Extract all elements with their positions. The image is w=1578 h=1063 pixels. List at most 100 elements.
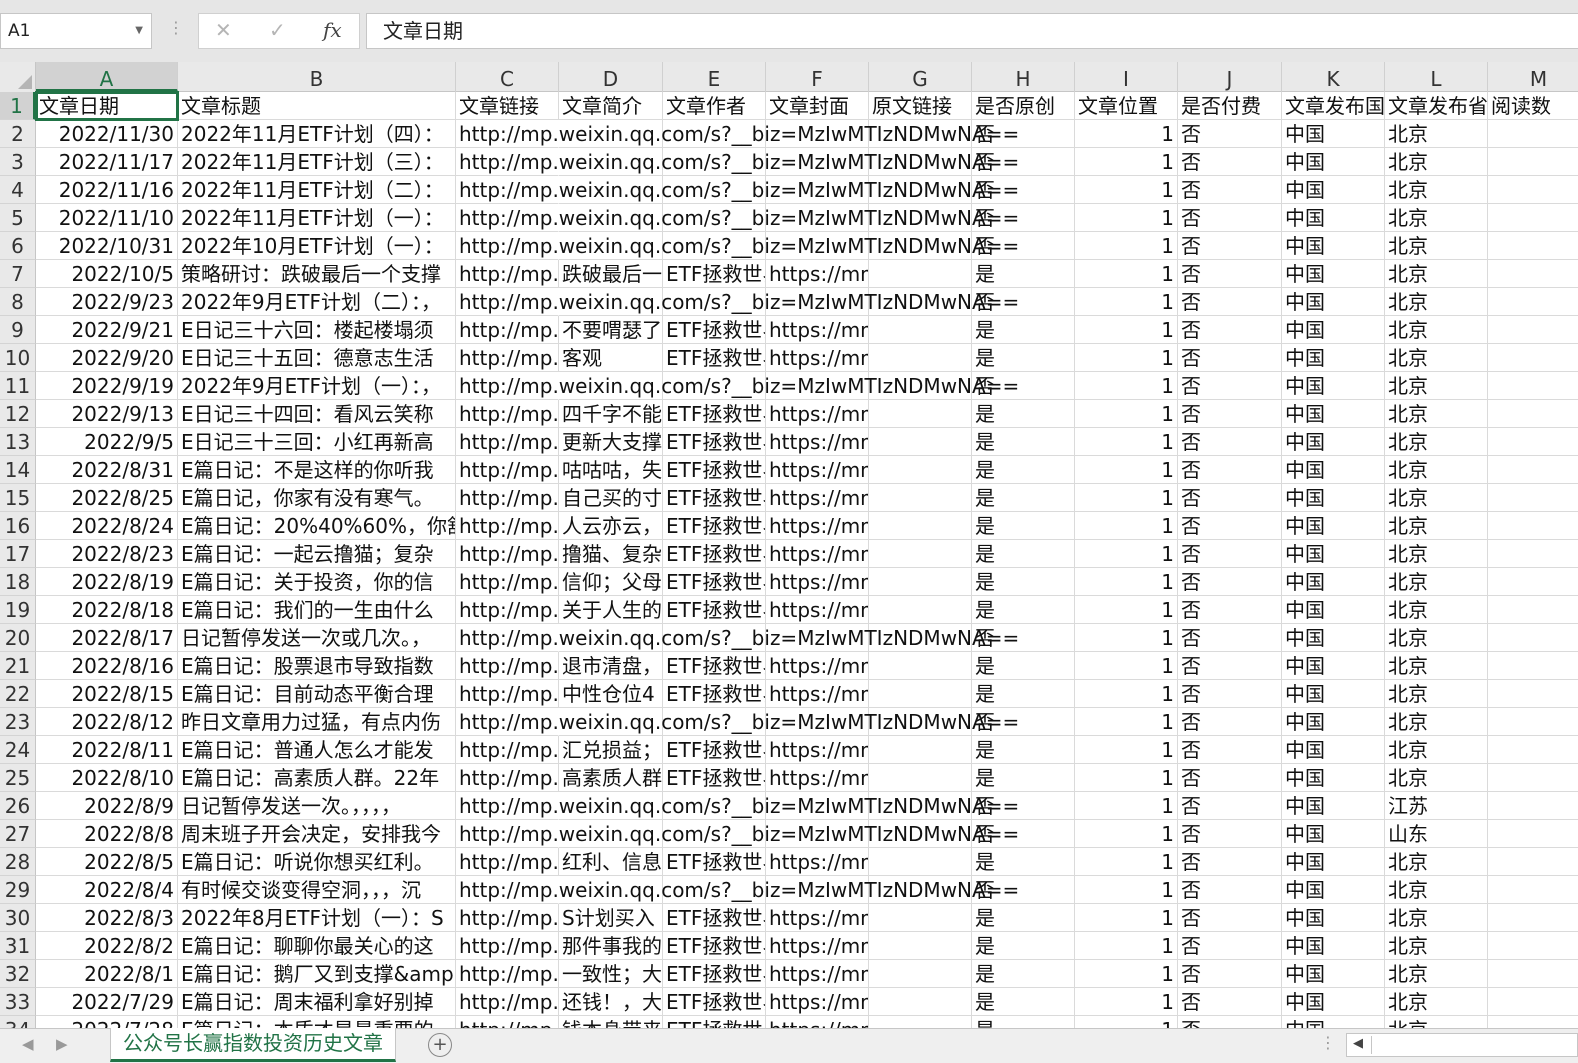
cell-j[interactable]: 否 — [1178, 232, 1282, 260]
column-header-l[interactable]: L — [1385, 62, 1488, 92]
cell-e[interactable]: ETF拯救世界 — [663, 848, 766, 876]
cell-c[interactable]: http://mp.weixin.qq.com — [456, 960, 559, 988]
cell-i[interactable]: 1 — [1075, 344, 1178, 372]
cell-d[interactable]: 自己买的寸 — [559, 484, 663, 512]
cell-b[interactable]: E篇日记：鹅厂又到支撑&amp — [178, 960, 456, 988]
row-header[interactable]: 31 — [0, 932, 36, 960]
cell-l[interactable]: 文章发布省 — [1385, 92, 1488, 120]
cell-f[interactable]: https://mmbiz.qpic.cn — [766, 400, 869, 428]
cell-c[interactable]: http://mp.weixin.qq.com — [456, 540, 559, 568]
cell-e[interactable]: ETF拯救世界 — [663, 316, 766, 344]
cell-e[interactable]: ETF拯救世界 — [663, 484, 766, 512]
cell-f[interactable]: https://mmbiz.qpic.cn — [766, 540, 869, 568]
cell-m[interactable] — [1488, 176, 1578, 204]
cell-h[interactable]: 是 — [972, 960, 1075, 988]
column-header-j[interactable]: J — [1178, 62, 1282, 92]
cell-h[interactable]: 是 — [972, 736, 1075, 764]
cell-d[interactable]: 一致性；大 — [559, 960, 663, 988]
cell-b[interactable]: 2022年11月ETF计划（一）： — [178, 204, 456, 232]
cell-a[interactable]: 2022/11/16 — [36, 176, 178, 204]
drag-handle-icon[interactable]: ⋮ — [168, 18, 184, 37]
row-header[interactable]: 2 — [0, 120, 36, 148]
cell-b[interactable]: E篇日记：周末福利拿好别掉 — [178, 988, 456, 1016]
cell-j[interactable]: 否 — [1178, 848, 1282, 876]
row-header[interactable]: 26 — [0, 792, 36, 820]
cell-c[interactable]: http://mp.weixin.qq.com — [456, 652, 559, 680]
row-header[interactable]: 9 — [0, 316, 36, 344]
cell-b[interactable]: 策略研讨：跌破最后一个支撑 — [178, 260, 456, 288]
cell-m[interactable] — [1488, 400, 1578, 428]
cell-i[interactable]: 1 — [1075, 568, 1178, 596]
cell-c[interactable]: http://mp.weixin.qq.com — [456, 456, 559, 484]
cell-l[interactable]: 北京 — [1385, 512, 1488, 540]
cell-a[interactable]: 2022/7/28 — [36, 1016, 178, 1028]
cell-j[interactable]: 否 — [1178, 400, 1282, 428]
cell-a[interactable]: 2022/8/10 — [36, 764, 178, 792]
cell-m[interactable] — [1488, 736, 1578, 764]
cell-c[interactable]: http://mp.weixin.qq.com — [456, 764, 559, 792]
cell-c[interactable]: http://mp.weixin.qq.com/s?__biz=MzIwMTIz… — [456, 876, 1019, 904]
cell-d[interactable]: 四千字不能 — [559, 400, 663, 428]
cell-h[interactable]: 是 — [972, 456, 1075, 484]
cell-l[interactable]: 北京 — [1385, 596, 1488, 624]
cell-d[interactable]: 汇兑损益； — [559, 736, 663, 764]
cell-l[interactable]: 北京 — [1385, 1016, 1488, 1028]
cell-k[interactable]: 中国 — [1282, 148, 1385, 176]
cell-j[interactable]: 否 — [1178, 204, 1282, 232]
cell-h[interactable]: 是 — [972, 428, 1075, 456]
cell-c[interactable]: http://mp.weixin.qq.com/s?__biz=MzIwMTIz… — [456, 148, 1019, 176]
cell-i[interactable]: 1 — [1075, 876, 1178, 904]
cell-f[interactable]: https://mmbiz.qpic.cn — [766, 904, 869, 932]
cell-b[interactable]: E篇日记：目前动态平衡合理 — [178, 680, 456, 708]
scroll-split-icon[interactable]: ⋮ — [1320, 1033, 1336, 1052]
cell-j[interactable]: 否 — [1178, 876, 1282, 904]
cell-g[interactable] — [869, 596, 972, 624]
cell-f[interactable]: https://mmbiz.qpic.cn — [766, 260, 869, 288]
cell-f[interactable]: https://mmbiz.qpic.cn — [766, 652, 869, 680]
cell-g[interactable] — [869, 736, 972, 764]
cell-j[interactable]: 否 — [1178, 764, 1282, 792]
cell-l[interactable]: 山东 — [1385, 820, 1488, 848]
cell-j[interactable]: 否 — [1178, 260, 1282, 288]
cell-e[interactable]: ETF拯救世界 — [663, 596, 766, 624]
cell-k[interactable]: 中国 — [1282, 764, 1385, 792]
chevron-down-icon[interactable]: ▼ — [135, 14, 143, 48]
cell-f[interactable]: https://mmbiz.qpic.cn — [766, 456, 869, 484]
cell-c[interactable]: http://mp.weixin.qq.com — [456, 260, 559, 288]
cell-m[interactable] — [1488, 708, 1578, 736]
cell-f[interactable]: https://mmbiz.qpic.cn — [766, 344, 869, 372]
cell-f[interactable]: https://mmbiz.qpic.cn — [766, 1016, 869, 1028]
cell-c[interactable]: http://mp.weixin.qq.com/s?__biz=MzIwMTIz… — [456, 792, 1019, 820]
row-header[interactable]: 1 — [0, 92, 36, 120]
cell-d[interactable]: 咕咕咕，失 — [559, 456, 663, 484]
cell-k[interactable]: 中国 — [1282, 596, 1385, 624]
cell-a[interactable]: 2022/9/23 — [36, 288, 178, 316]
cell-m[interactable] — [1488, 372, 1578, 400]
cell-b[interactable]: E篇日记：我们的一生由什么 — [178, 596, 456, 624]
insert-function-icon[interactable]: fx — [323, 18, 342, 42]
cell-j[interactable]: 否 — [1178, 540, 1282, 568]
cell-e[interactable]: ETF拯救世界 — [663, 344, 766, 372]
cell-c[interactable]: http://mp.weixin.qq.com — [456, 680, 559, 708]
cell-a[interactable]: 2022/8/31 — [36, 456, 178, 484]
cell-a[interactable]: 2022/8/4 — [36, 876, 178, 904]
cell-i[interactable]: 1 — [1075, 148, 1178, 176]
cell-i[interactable]: 1 — [1075, 680, 1178, 708]
cell-j[interactable]: 否 — [1178, 288, 1282, 316]
row-header[interactable]: 15 — [0, 484, 36, 512]
cell-k[interactable]: 中国 — [1282, 260, 1385, 288]
cell-b[interactable]: 2022年9月ETF计划（二）：， — [178, 288, 456, 316]
cell-g[interactable] — [869, 512, 972, 540]
cell-h[interactable]: 是 — [972, 764, 1075, 792]
cell-k[interactable]: 中国 — [1282, 316, 1385, 344]
cell-l[interactable]: 北京 — [1385, 652, 1488, 680]
cell-m[interactable] — [1488, 260, 1578, 288]
cell-f[interactable]: https://mmbiz.qpic.cn — [766, 316, 869, 344]
cell-d[interactable]: 客观 — [559, 344, 663, 372]
cell-b[interactable]: E日记三十五回：德意志生活 — [178, 344, 456, 372]
cell-m[interactable] — [1488, 540, 1578, 568]
cell-a[interactable]: 2022/9/20 — [36, 344, 178, 372]
cell-i[interactable]: 1 — [1075, 288, 1178, 316]
cell-m[interactable] — [1488, 428, 1578, 456]
cell-l[interactable]: 北京 — [1385, 372, 1488, 400]
